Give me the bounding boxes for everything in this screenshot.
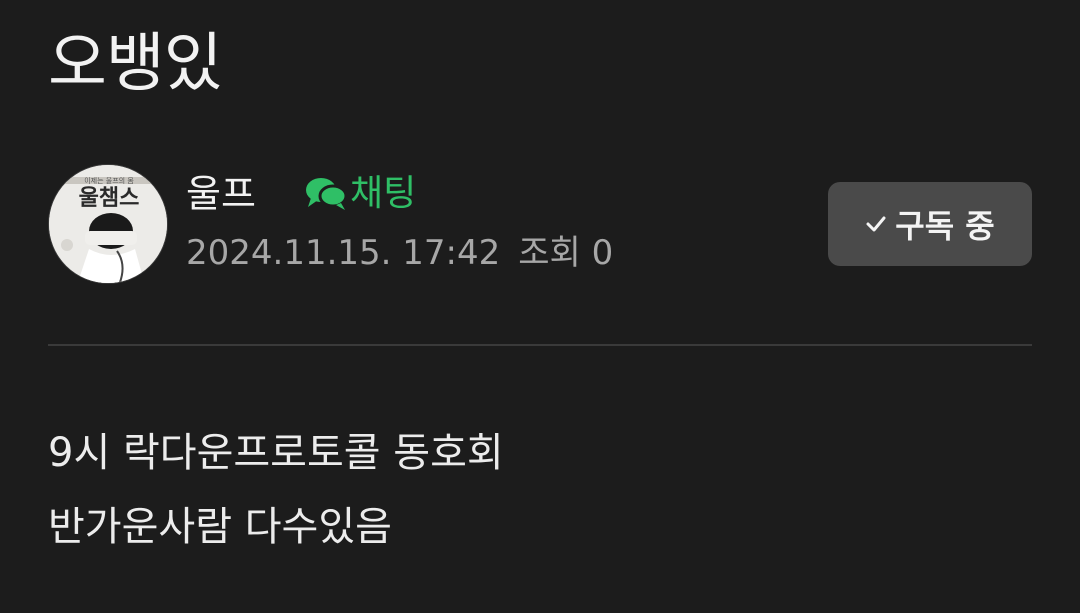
author-name[interactable]: 울프	[186, 172, 256, 216]
post-meta: 2024.11.15. 17:42 조회 0	[186, 232, 613, 274]
divider	[48, 344, 1032, 346]
post-body: 9시 락다운프로토콜 동호회 반가운사람 다수있음	[48, 416, 504, 564]
chat-label: 채팅	[350, 173, 417, 214]
view-count: 조회 0	[518, 233, 614, 273]
avatar-small-text: 이제는 울프의 몸	[84, 176, 134, 185]
chat-bubbles-icon	[306, 178, 348, 210]
author-avatar[interactable]: 이제는 울프의 몸 울챔스	[48, 164, 168, 284]
avatar-banner-text: 울챔스	[79, 186, 140, 211]
post-title: 오뱅있	[48, 27, 223, 101]
post-body-line: 반가운사람 다수있음	[48, 504, 392, 550]
subscribe-label: 구독 중	[895, 207, 995, 245]
post-body-line: 9시 락다운프로토콜 동호회	[48, 430, 504, 476]
post-date: 2024.11.15. 17:42	[186, 233, 501, 273]
subscribe-button[interactable]: 구독 중	[828, 182, 1032, 266]
chat-button[interactable]: 채팅	[304, 172, 416, 216]
check-icon	[866, 216, 886, 232]
avatar-image: 이제는 울프의 몸 울챔스	[49, 165, 167, 283]
